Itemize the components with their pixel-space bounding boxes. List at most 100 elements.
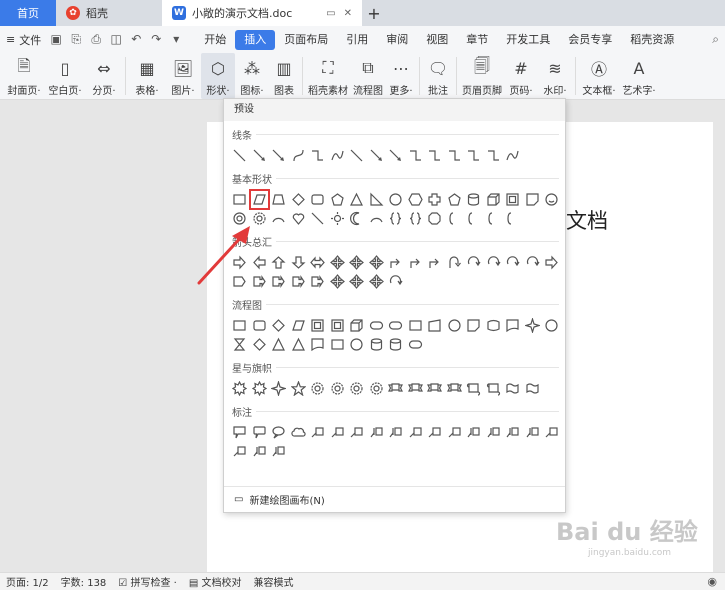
file-menu-button[interactable]: ≡ 文件 [6,32,41,48]
material-button[interactable]: ⛶ 稻壳素材 [306,53,350,99]
search-icon[interactable]: ⌕ [712,32,719,47]
rect-shape-icon[interactable] [230,190,250,209]
line-shape-icon[interactable] [230,146,250,165]
menu-tab-section[interactable]: 章节 [457,30,497,50]
cross-shape-icon[interactable] [425,190,445,209]
pent-shape-icon[interactable] [445,190,465,209]
rect-shape-icon[interactable] [328,335,348,354]
tab-document[interactable]: W 小敞的演示文档.doc ▭ ✕ [162,0,362,26]
uarrow-shape-icon[interactable] [269,253,289,272]
darrow-shape-icon[interactable] [289,253,309,272]
arrowline-shape-icon[interactable] [386,146,406,165]
star4-shape-icon[interactable] [269,379,289,398]
tape-shape-icon[interactable] [484,316,504,335]
pent-shape-icon[interactable] [328,190,348,209]
lcallout2-shape-icon[interactable] [523,423,543,442]
frame-shape-icon[interactable] [328,316,348,335]
menu-tab-developer[interactable]: 开发工具 [497,30,559,50]
rect-shape-icon[interactable] [230,316,250,335]
callarrow-shape-icon[interactable] [308,272,328,291]
menu-tab-view[interactable]: 视图 [417,30,457,50]
new-tab-button[interactable]: + [362,0,386,26]
export-icon[interactable]: ⎘ [69,32,83,47]
lcallout-shape-icon[interactable] [445,423,465,442]
menu-tab-daoke-resources[interactable]: 稻壳资源 [621,30,683,50]
seal-shape-icon[interactable] [347,379,367,398]
lrarrow-shape-icon[interactable] [308,253,328,272]
seal-shape-icon[interactable] [328,379,348,398]
circle-shape-icon[interactable] [347,335,367,354]
lcallout2-shape-icon[interactable] [269,442,289,461]
lcallout2-shape-icon[interactable] [503,423,523,442]
arrowline-shape-icon[interactable] [250,146,270,165]
circarrow-shape-icon[interactable] [464,253,484,272]
menu-tab-review[interactable]: 审阅 [377,30,417,50]
rarrow-shape-icon[interactable] [230,253,250,272]
lcallout2-shape-icon[interactable] [464,423,484,442]
lcallout2-shape-icon[interactable] [386,423,406,442]
docshape-shape-icon[interactable] [308,335,328,354]
cube-shape-icon[interactable] [484,190,504,209]
seal-shape-icon[interactable] [250,209,270,228]
donut-shape-icon[interactable] [230,209,250,228]
circarrow-shape-icon[interactable] [503,253,523,272]
hex-shape-icon[interactable] [406,190,426,209]
cover-page-button[interactable]: 🗎 封面页· [4,53,44,99]
pin-tab-icon[interactable]: ▭ [326,8,335,19]
calloval-shape-icon[interactable] [269,423,289,442]
ribbon-shape-icon[interactable] [386,379,406,398]
tab-home[interactable]: 首页 [0,0,56,26]
quad-shape-icon[interactable] [347,253,367,272]
more-button[interactable]: ⋯ 更多· [386,53,416,99]
fold-shape-icon[interactable] [523,190,543,209]
line-shape-icon[interactable] [347,146,367,165]
lcallout2-shape-icon[interactable] [484,423,504,442]
uturn-shape-icon[interactable] [445,253,465,272]
wordart-button[interactable]: A 艺术字· [619,53,659,99]
comment-button[interactable]: 🗨 批注 [423,53,453,99]
rtri-shape-icon[interactable] [367,190,387,209]
octagon-shape-icon[interactable] [425,209,445,228]
word-count[interactable]: 字数: 138 [61,574,107,589]
sun-shape-icon[interactable] [328,209,348,228]
lcallout-shape-icon[interactable] [425,423,445,442]
undo-icon[interactable]: ↶ [129,32,143,47]
lcallout-shape-icon[interactable] [347,423,367,442]
menu-tab-page-layout[interactable]: 页面布局 [275,30,337,50]
blank-page-button[interactable]: ▯ 空白页· [44,53,86,99]
menu-tab-references[interactable]: 引用 [337,30,377,50]
menu-tab-member[interactable]: 会员专享 [559,30,621,50]
hourglass-shape-icon[interactable] [230,335,250,354]
callarrow-shape-icon[interactable] [289,272,309,291]
header-footer-button[interactable]: 🗐 页眉页脚 [460,53,504,99]
lcallout-shape-icon[interactable] [308,423,328,442]
quad-shape-icon[interactable] [367,272,387,291]
cloud-shape-icon[interactable] [289,423,309,442]
moon-shape-icon[interactable] [347,209,367,228]
wave-shape-icon[interactable] [503,379,523,398]
print-preview-icon[interactable]: ◫ [109,32,123,47]
diamond-shape-icon[interactable] [250,335,270,354]
icons-button[interactable]: ⁂ 图标· [235,53,269,99]
flowchart-button[interactable]: ⧉ 流程图 [350,53,386,99]
parallelogram-shape-icon[interactable] [248,189,270,210]
star4-shape-icon[interactable] [523,316,543,335]
heart-shape-icon[interactable] [289,209,309,228]
bent-shape-icon[interactable] [425,253,445,272]
scribble-shape-icon[interactable] [503,146,523,165]
save-icon[interactable]: ▣ [49,32,63,47]
lcallout2-shape-icon[interactable] [367,423,387,442]
callrrect-shape-icon[interactable] [250,423,270,442]
manual-shape-icon[interactable] [425,316,445,335]
pentarrow-shape-icon[interactable] [230,272,250,291]
circle-shape-icon[interactable] [542,316,562,335]
eye-protection-icon[interactable]: ◉ [707,575,717,588]
shape-button[interactable]: ⬡ 形状· [201,53,235,99]
elbow-shape-icon[interactable] [406,146,426,165]
bracket-shape-icon[interactable] [484,209,504,228]
elbow-shape-icon[interactable] [425,146,445,165]
seal-shape-icon[interactable] [308,379,328,398]
new-canvas-button[interactable]: ▭ 新建绘图画布(N) [224,486,565,512]
lcallout2-shape-icon[interactable] [250,442,270,461]
scribble-shape-icon[interactable] [328,146,348,165]
